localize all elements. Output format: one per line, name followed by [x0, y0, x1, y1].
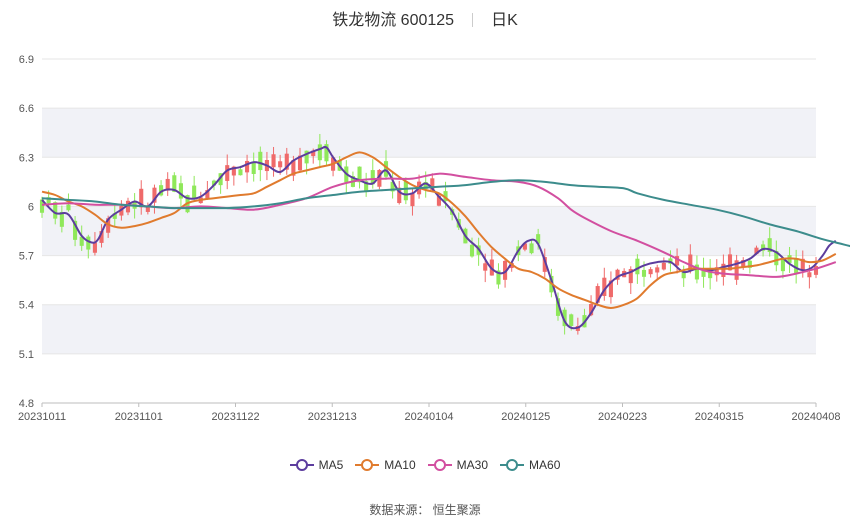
legend-item-ma5[interactable]: MA5	[289, 458, 344, 472]
x-axis: 20231011 20231101 20231122 20231213 20240104…	[18, 403, 841, 423]
candle-body	[66, 204, 71, 211]
candle-body	[655, 267, 660, 273]
candle-body	[469, 244, 475, 257]
data-source: 数据来源： 恒生聚源	[369, 503, 481, 517]
x-tick-label: 20240104	[405, 411, 454, 423]
y-tick-label: 5.4	[19, 300, 34, 312]
candle-body	[410, 192, 415, 207]
kline-chart: 6.96.66.365.75.45.14.8 20231011 20231101 2…	[18, 54, 850, 423]
candle-body	[794, 258, 799, 274]
y-tick-label: 5.7	[19, 251, 34, 263]
candle-body	[92, 242, 97, 253]
candle-body	[648, 269, 653, 275]
legend-label: MA10	[384, 458, 416, 472]
candle-body	[238, 169, 243, 176]
legend-item-ma60[interactable]: MA60	[500, 458, 560, 472]
background-bands	[42, 108, 816, 354]
x-tick-label: 20231213	[308, 411, 357, 423]
candle-body	[317, 144, 322, 161]
y-tick-label: 6.6	[19, 103, 34, 115]
candle-body	[529, 243, 534, 254]
x-tick-label: 20231122	[211, 411, 259, 423]
legend-swatch	[427, 459, 452, 471]
x-tick-label: 20240125	[501, 411, 550, 423]
legend-label: MA5	[318, 458, 344, 472]
y-tick-label: 4.8	[19, 398, 34, 410]
y-tick-label: 5.1	[19, 349, 34, 361]
candle-body	[780, 259, 785, 272]
legend-swatch	[355, 459, 380, 471]
candle-body	[635, 258, 640, 275]
x-tick-label: 20240408	[792, 411, 841, 423]
legend-swatch	[500, 459, 525, 471]
candle-body	[403, 181, 408, 201]
legend-label: MA60	[529, 458, 561, 472]
candle-body	[569, 314, 574, 326]
legend-swatch	[289, 459, 314, 471]
candle-body	[278, 161, 283, 168]
x-tick-label: 20231101	[115, 411, 163, 423]
y-tick-label: 6.9	[19, 54, 34, 66]
x-tick-label: 20231011	[18, 411, 66, 423]
candle-body	[483, 263, 488, 271]
legend-item-ma30[interactable]: MA30	[427, 458, 489, 472]
band	[42, 304, 816, 354]
chart-container: 铁龙物流 600125 日K 6.9 6.6 6.3 6 5.7 5.4 5.1 4.8 202…	[0, 0, 850, 518]
y-tick-label: 6	[28, 201, 34, 213]
candle-body	[192, 185, 197, 199]
candle-body	[251, 162, 256, 174]
y-tick-label: 6.3	[19, 152, 34, 164]
candle-body	[271, 154, 276, 168]
band	[42, 108, 816, 158]
x-tick-label: 20240315	[695, 411, 744, 423]
candle-body	[661, 262, 666, 270]
candle-body	[86, 236, 91, 250]
candle-body	[807, 272, 812, 278]
candle-body	[225, 165, 230, 181]
x-tick-label: 20240223	[598, 411, 647, 423]
candle-body	[258, 151, 263, 171]
legend: MA5 MA10 MA30 MA60	[0, 458, 850, 474]
legend-label: MA30	[456, 458, 489, 472]
candle-body	[641, 269, 647, 277]
band	[42, 206, 816, 256]
legend-item-ma10[interactable]: MA10	[355, 458, 416, 472]
